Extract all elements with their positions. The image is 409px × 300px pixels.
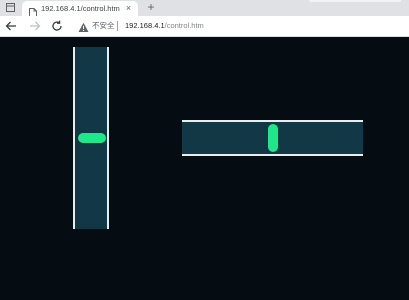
tab-strip: 192.168.4.1/control.htm × + [0,0,409,17]
new-tab-button[interactable]: + [145,1,157,14]
url-host: 192.168.4.1 [125,21,165,30]
reload-icon [52,20,62,31]
browser-tab[interactable]: 192.168.4.1/control.htm × [22,1,138,17]
url-path: /control.htm [164,21,204,30]
window-menu-icon[interactable] [5,3,15,12]
warning-triangle-icon[interactable] [78,20,89,32]
close-icon[interactable]: × [124,4,133,13]
forward-button[interactable] [28,19,42,33]
horizontal-slider-thumb[interactable] [267,124,278,152]
reload-button[interactable] [50,19,64,33]
window-controls-area [309,0,401,2]
address-divider [117,21,118,31]
page-icon [29,4,37,17]
horizontal-slider[interactable] [182,120,363,156]
arrow-right-icon [30,21,41,31]
back-button[interactable] [4,19,18,33]
vertical-slider-thumb[interactable] [78,133,106,143]
browser-toolbar: 不安全 192.168.4.1/control.htm [0,16,409,37]
arrow-left-icon [5,21,16,31]
url-text[interactable]: 192.168.4.1/control.htm [125,20,204,32]
control-page [0,37,409,300]
security-status-label[interactable]: 不安全 [92,20,115,32]
address-bar[interactable]: 不安全 192.168.4.1/control.htm [76,19,406,33]
vertical-slider[interactable] [73,47,109,229]
tab-title: 192.168.4.1/control.htm [41,4,120,13]
browser-window: 192.168.4.1/control.htm × + 不安全 192.168.… [0,0,409,300]
